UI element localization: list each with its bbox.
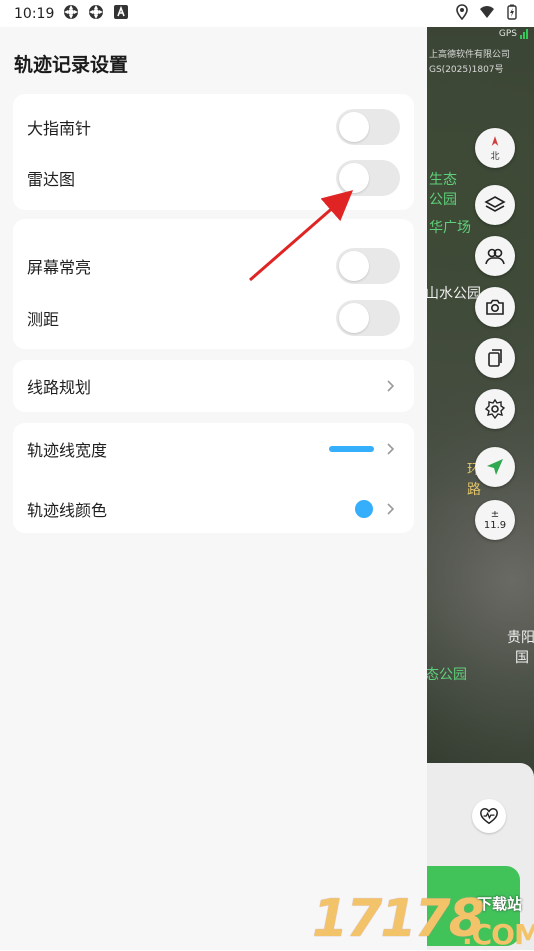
zoom-sign: ±	[490, 509, 500, 520]
track-color-swatch	[355, 500, 373, 518]
zoom-button[interactable]: ± 11.9	[475, 500, 515, 540]
toggle-knob	[339, 303, 369, 333]
status-bar: 10:19	[0, 0, 534, 27]
settings-group-screen: 屏幕常亮 测距	[13, 219, 414, 349]
copy-icon	[488, 349, 502, 367]
map-copyright-line2: GS(2025)1807号	[429, 65, 504, 75]
setting-row-route-planning[interactable]: 线路规划	[13, 366, 414, 406]
settings-group-route: 线路规划	[13, 360, 414, 412]
toggle-knob	[339, 251, 369, 281]
gps-indicator: GPS	[499, 29, 528, 39]
chevron-right-icon	[387, 443, 395, 455]
wifi-icon	[479, 4, 495, 24]
settings-drawer: 轨迹记录设置 大指南针 雷达图 屏幕常亮 测距 线路规划 轨迹线宽度 轨迹线颜色	[0, 27, 427, 950]
layers-icon	[484, 196, 506, 212]
watermark-site-label: 下载站	[477, 895, 523, 913]
battery-icon	[504, 4, 520, 24]
gps-label: GPS	[498, 29, 517, 39]
settings-button[interactable]	[475, 389, 515, 429]
toggle-switch[interactable]	[336, 248, 400, 284]
chevron-right-icon	[387, 380, 395, 392]
map-label: 路	[467, 482, 481, 498]
layers-button[interactable]	[475, 185, 515, 225]
camera-button[interactable]	[475, 287, 515, 327]
setting-row-keep-screen-on[interactable]: 屏幕常亮	[13, 246, 414, 286]
users-icon	[485, 248, 505, 265]
toggle-switch[interactable]	[336, 160, 400, 196]
settings-group-display: 大指南针 雷达图	[13, 94, 414, 210]
settings-group-track-style: 轨迹线宽度 轨迹线颜色	[13, 423, 414, 533]
setting-row-radar[interactable]: 雷达图	[13, 158, 414, 198]
health-button[interactable]	[472, 799, 506, 833]
watermark-digits: 17178	[312, 889, 485, 949]
setting-label: 测距	[27, 310, 60, 329]
gear-icon	[484, 398, 506, 420]
status-right	[454, 3, 520, 24]
tracking-icon	[63, 4, 79, 24]
a-icon	[113, 4, 129, 24]
setting-row-track-color[interactable]: 轨迹线颜色	[13, 489, 414, 529]
navigation-arrow-icon	[487, 459, 503, 475]
setting-row-track-width[interactable]: 轨迹线宽度	[13, 429, 414, 469]
gps-signal-icon	[520, 29, 528, 39]
locate-button[interactable]	[475, 447, 515, 487]
toggle-switch[interactable]	[336, 109, 400, 145]
map-label: 华广场	[429, 220, 471, 236]
map-label: 态公园	[427, 667, 467, 683]
map-label: 山水公园	[427, 286, 481, 302]
tracking-icon	[88, 4, 104, 24]
setting-row-distance[interactable]: 测距	[13, 298, 414, 338]
toggle-knob	[339, 112, 369, 142]
track-width-preview	[329, 446, 374, 452]
toggle-switch[interactable]	[336, 300, 400, 336]
status-left: 10:19	[14, 4, 129, 24]
setting-row-compass[interactable]: 大指南针	[13, 107, 414, 147]
map-label: 贵阳	[507, 630, 534, 646]
status-time: 10:19	[14, 5, 55, 22]
map-copyright-line1: 上高德软件有限公司	[429, 50, 511, 60]
page-title: 轨迹记录设置	[14, 54, 129, 76]
heart-pulse-icon	[480, 807, 498, 825]
map-label: 生态	[429, 172, 457, 188]
setting-label: 大指南针	[27, 119, 92, 138]
setting-label: 雷达图	[27, 170, 76, 189]
chevron-right-icon	[387, 503, 395, 515]
location-icon	[454, 3, 470, 24]
setting-label: 线路规划	[27, 378, 92, 397]
north-label: 北	[490, 151, 500, 162]
camera-icon	[486, 299, 504, 315]
setting-label: 轨迹线颜色	[27, 501, 108, 520]
map-copyright: 上高德软件有限公司 GS(2025)1807号	[429, 48, 510, 78]
north-arrow-icon	[491, 135, 499, 146]
setting-label: 轨迹线宽度	[27, 441, 108, 460]
map-label: 公园	[429, 192, 457, 208]
map-label: 国	[515, 650, 529, 666]
zoom-level: 11.9	[483, 520, 507, 531]
setting-label: 屏幕常亮	[27, 258, 92, 277]
friends-button[interactable]	[475, 236, 515, 276]
watermark-domain: .COM	[462, 918, 534, 951]
compass-button[interactable]: 北	[475, 128, 515, 168]
copy-button[interactable]	[475, 338, 515, 378]
toggle-knob	[339, 163, 369, 193]
watermark-logo: 17178 下载站 .COM	[312, 888, 534, 951]
